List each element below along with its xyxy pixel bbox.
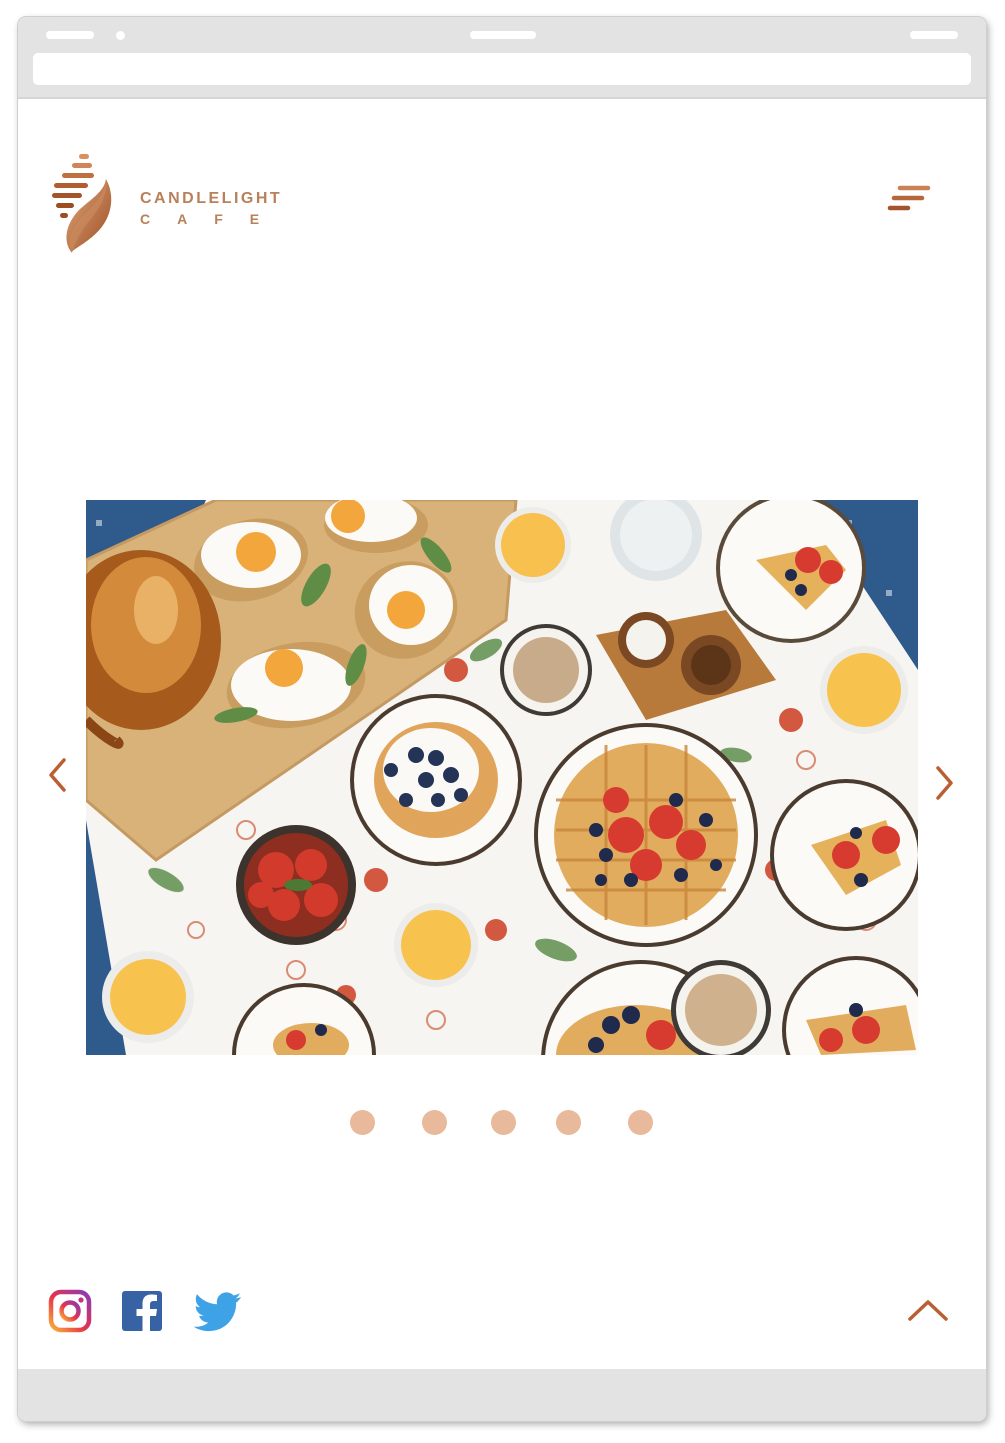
scroll-to-top-button[interactable] (906, 1295, 950, 1325)
carousel-prev-button[interactable] (44, 755, 74, 795)
chevron-right-icon (936, 766, 953, 800)
hero-image (86, 500, 918, 1055)
menu-button[interactable] (886, 183, 934, 223)
cafe-logo[interactable]: CANDLELIGHT CAFE (52, 153, 292, 257)
brand-name: CANDLELIGHT (140, 190, 283, 207)
chevron-up-icon (908, 1300, 948, 1321)
carousel-dot-5[interactable] (628, 1110, 653, 1135)
twitter-icon (193, 1292, 241, 1332)
flame-logo-icon (52, 154, 112, 253)
carousel-dot-3[interactable] (491, 1110, 516, 1135)
twitter-link[interactable] (193, 1289, 241, 1333)
carousel-dot-2[interactable] (422, 1110, 447, 1135)
carousel-dot-1[interactable] (350, 1110, 375, 1135)
carousel-dot-4[interactable] (556, 1110, 581, 1135)
chevron-left-icon (49, 758, 66, 792)
facebook-link[interactable] (120, 1289, 164, 1333)
browser-menu-indicator (910, 31, 958, 39)
browser-top-bar (18, 17, 986, 99)
browser-tab-indicator (470, 31, 536, 39)
browser-bottom-bar (18, 1369, 986, 1421)
carousel-pagination (348, 1110, 668, 1136)
instagram-link[interactable] (48, 1289, 92, 1333)
facebook-icon (122, 1291, 162, 1333)
breakfast-table-photo (86, 500, 918, 1055)
window-control-dot (116, 31, 125, 40)
window-control (46, 31, 94, 39)
brand-subtitle: CAFE (140, 211, 287, 227)
hamburger-menu-icon (887, 185, 931, 211)
instagram-icon (48, 1289, 92, 1333)
address-bar[interactable] (33, 53, 971, 85)
browser-window: CANDLELIGHT CAFE (18, 17, 986, 1421)
carousel-next-button[interactable] (930, 763, 960, 803)
